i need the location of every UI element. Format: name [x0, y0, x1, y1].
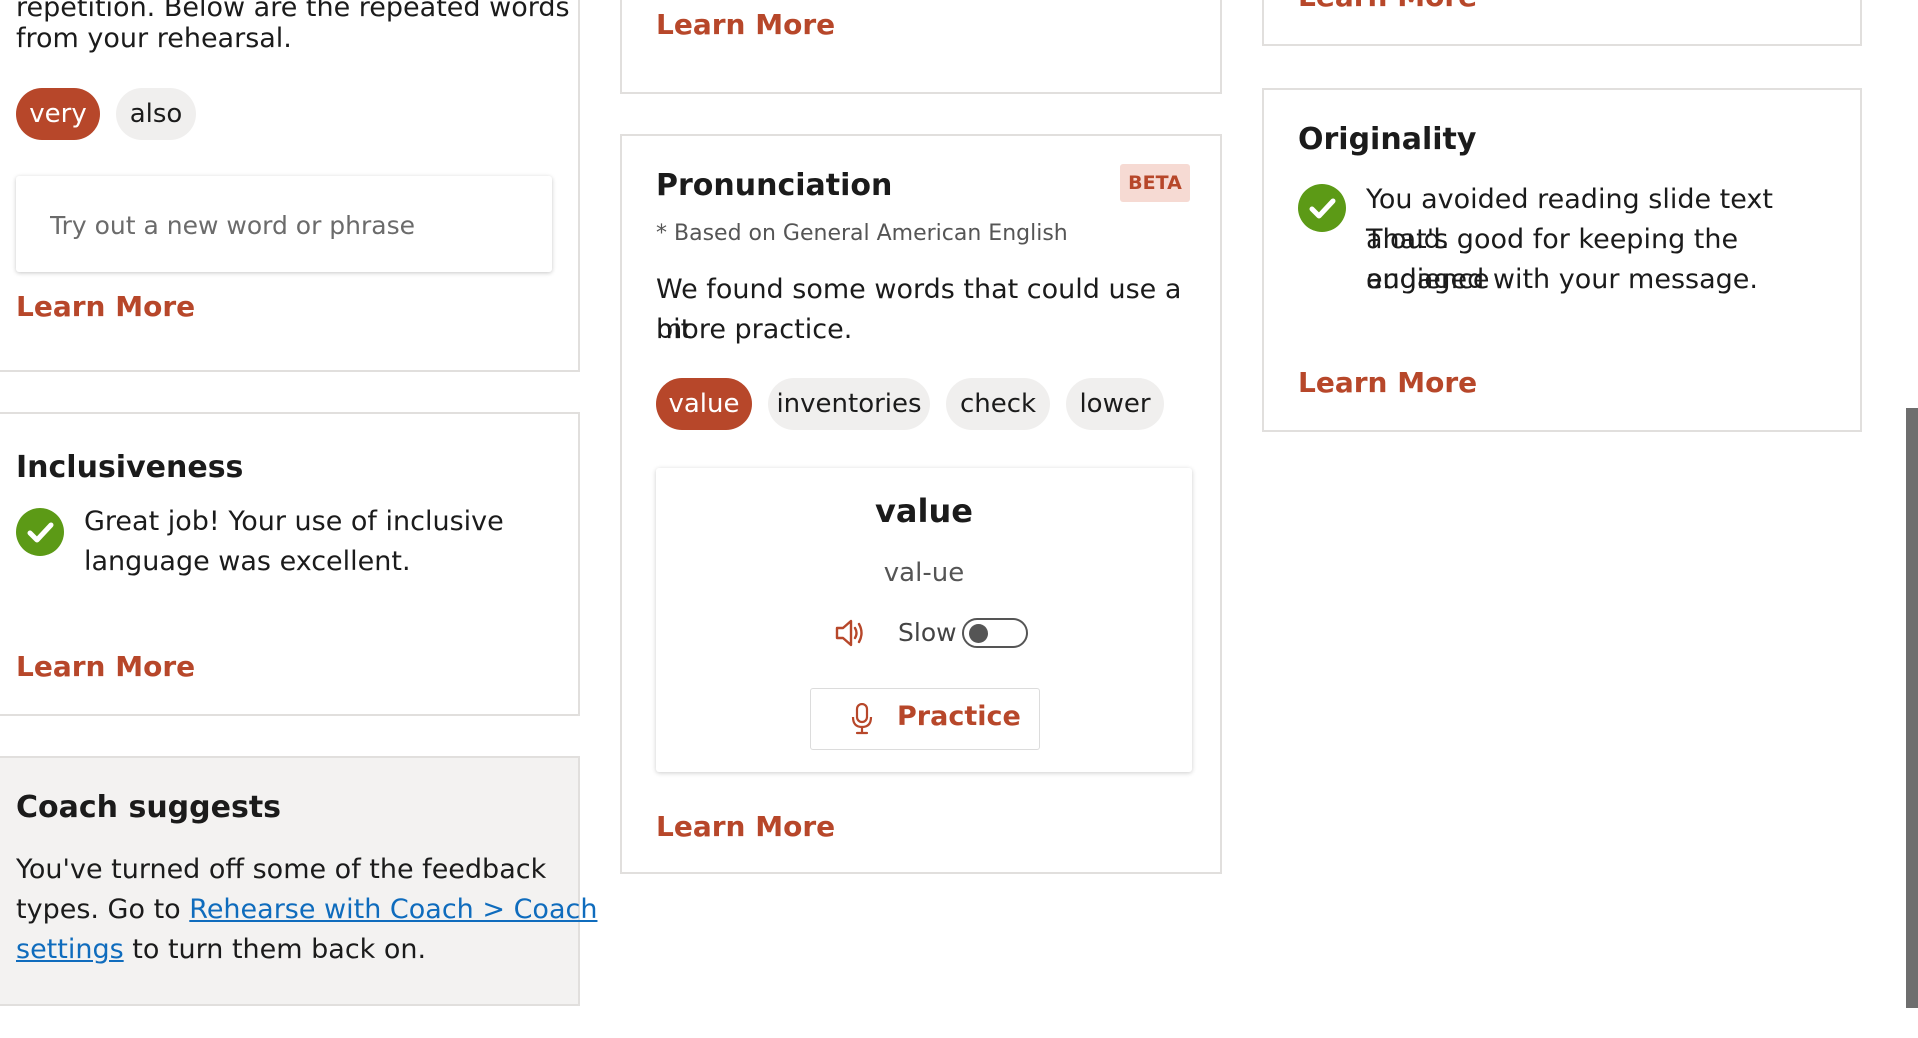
repetitive-words-card: repetition. Below are the repeated words… — [0, 0, 580, 372]
originality-title: Originality — [1298, 122, 1477, 157]
coach-suggests-line3-suffix: to turn them back on. — [123, 934, 427, 965]
slow-toggle[interactable] — [962, 618, 1028, 648]
selected-word: value — [875, 492, 973, 530]
coach-settings-link[interactable]: Rehearse with Coach > Coach — [189, 894, 597, 925]
coach-suggests-line2: types. Go to Rehearse with Coach > Coach — [16, 890, 597, 930]
coach-suggests-card: Coach suggests You've turned off some of… — [0, 756, 597, 1006]
inclusiveness-message-line2: language was excellent. — [84, 546, 411, 577]
vertical-scrollbar-thumb[interactable] — [1906, 408, 1918, 1008]
microphone-icon — [851, 702, 873, 739]
pronunciation-word-inventories[interactable]: inventories — [768, 378, 930, 430]
pronunciation-subtitle: * Based on General American English — [656, 221, 1068, 246]
check-icon — [1298, 184, 1346, 232]
top-middle-card: Learn More — [620, 0, 1222, 94]
inclusiveness-card: Inclusiveness Great job! Your use of inc… — [0, 412, 580, 716]
practice-label: Practice — [897, 701, 1021, 732]
word-detail-card: value val-ue Slow Practice — [656, 468, 1192, 772]
inclusiveness-title: Inclusiveness — [16, 450, 244, 485]
learn-more-link[interactable]: Learn More — [1298, 366, 1477, 399]
pronunciation-word-lower[interactable]: lower — [1066, 378, 1164, 430]
coach-suggests-title: Coach suggests — [16, 790, 282, 825]
pronunciation-message-line2: more practice. — [656, 314, 853, 345]
toggle-knob — [969, 624, 988, 643]
repeated-word-also[interactable]: also — [116, 88, 196, 140]
try-word-input[interactable] — [48, 176, 532, 274]
learn-more-link[interactable]: Learn More — [656, 810, 835, 843]
pronunciation-card: Pronunciation BETA * Based on General Am… — [620, 134, 1222, 874]
originality-card: Originality You avoided reading slide te… — [1262, 88, 1862, 432]
learn-more-link[interactable]: Learn More — [656, 8, 835, 41]
speaker-icon[interactable] — [834, 618, 866, 652]
top-right-card: Learn More — [1262, 0, 1862, 46]
originality-message-line3: engaged with your message. — [1366, 264, 1758, 295]
inclusiveness-message-line1: Great job! Your use of inclusive — [84, 506, 504, 537]
try-word-input-box — [16, 176, 552, 274]
pronunciation-word-value[interactable]: value — [656, 378, 752, 430]
learn-more-link[interactable]: Learn More — [1298, 0, 1477, 13]
coach-suggests-line1: You've turned off some of the feedback — [16, 854, 547, 885]
repetition-intro-line2: from your rehearsal. — [16, 23, 292, 54]
slow-label: Slow — [898, 618, 957, 647]
coach-settings-link-continued[interactable]: settings — [16, 934, 124, 965]
check-icon — [16, 508, 64, 556]
coach-suggests-line3: settings to turn them back on. — [16, 930, 426, 970]
coach-suggests-line2-prefix: types. Go to — [16, 894, 190, 925]
learn-more-link[interactable]: Learn More — [16, 290, 195, 323]
learn-more-link[interactable]: Learn More — [16, 650, 195, 683]
pronunciation-word-check[interactable]: check — [946, 378, 1050, 430]
pronunciation-title: Pronunciation — [656, 168, 893, 203]
practice-button[interactable]: Practice — [810, 688, 1040, 750]
beta-badge: BETA — [1120, 164, 1190, 202]
repeated-word-very[interactable]: very — [16, 88, 100, 140]
word-syllables: val-ue — [883, 558, 965, 588]
